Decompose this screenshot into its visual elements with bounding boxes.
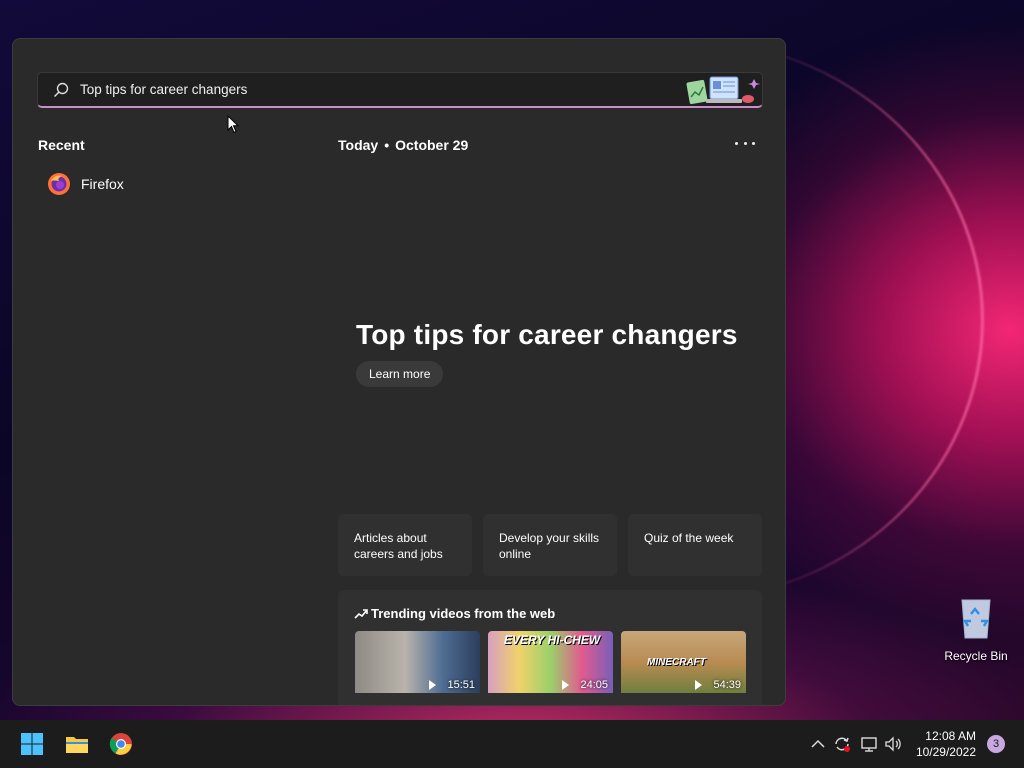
windows-start-icon[interactable] <box>20 732 44 756</box>
recycle-bin[interactable]: Recycle Bin <box>944 596 1008 663</box>
date-label: October 29 <box>395 137 469 153</box>
recent-item-firefox[interactable]: Firefox <box>47 172 124 196</box>
volume-icon[interactable] <box>883 734 903 754</box>
recycle-bin-label: Recycle Bin <box>944 649 1008 663</box>
video-duration: 54:39 <box>695 679 741 691</box>
file-explorer-icon[interactable] <box>65 732 89 756</box>
video-thumbnail[interactable]: EVERY HI-CHEW 24:05 <box>488 631 613 693</box>
network-icon[interactable] <box>859 734 879 754</box>
chevron-up-icon[interactable] <box>808 734 828 754</box>
video-list: 15:51 EVERY HI-CHEW 24:05 MINECRAFT 54:3… <box>355 631 746 693</box>
clock-time: 12:08 AM <box>925 729 976 743</box>
taskbar: 12:08 AM 10/29/2022 3 <box>0 720 1024 768</box>
tile-label: Develop your skills <box>499 531 600 545</box>
more-options-button[interactable] <box>735 135 755 151</box>
recycle-bin-icon <box>961 599 991 639</box>
tile-label: Articles about <box>354 531 427 545</box>
video-thumbnail[interactable]: MINECRAFT 54:39 <box>621 631 746 693</box>
clock-date: 10/29/2022 <box>915 745 976 759</box>
trending-title: Trending videos from the web <box>354 606 555 621</box>
notification-badge[interactable]: 3 <box>987 735 1005 753</box>
search-input[interactable]: Top tips for career changers <box>80 82 247 97</box>
trending-title-text: Trending videos from the web <box>371 606 556 621</box>
recent-heading: Recent <box>38 137 85 153</box>
firefox-icon <box>48 173 70 195</box>
tile-articles-careers[interactable]: Articles about careers and jobs <box>338 514 472 576</box>
video-thumbnail[interactable]: 15:51 <box>355 631 480 693</box>
feed-date-header: Today • October 29 <box>338 137 468 153</box>
video-duration: 24:05 <box>562 679 608 691</box>
trending-arrow-icon <box>354 608 368 619</box>
hero-title: Top tips for career changers <box>356 319 738 350</box>
recent-item-label: Firefox <box>81 176 124 192</box>
tile-label: careers and jobs <box>354 547 443 561</box>
play-icon <box>695 680 703 690</box>
tile-develop-skills[interactable]: Develop your skills online <box>483 514 617 576</box>
video-duration: 15:51 <box>429 679 475 691</box>
search-box[interactable]: Top tips for career changers <box>37 72 763 108</box>
sync-icon[interactable] <box>832 734 852 754</box>
play-icon <box>562 680 570 690</box>
search-icon <box>53 82 69 97</box>
play-icon <box>429 680 437 690</box>
separator-dot: • <box>384 137 390 153</box>
topic-tiles: Articles about careers and jobs Develop … <box>338 514 762 576</box>
chrome-icon[interactable] <box>109 732 133 756</box>
thumbnail-text: MINECRAFT <box>647 657 706 668</box>
tile-label: online <box>499 547 532 561</box>
mouse-cursor-icon <box>227 115 239 134</box>
today-label: Today <box>338 137 379 153</box>
thumbnail-text: EVERY HI-CHEW <box>504 633 601 647</box>
tile-quiz-of-week[interactable]: Quiz of the week <box>628 514 762 576</box>
search-panel: Top tips for career changers Recent Fire… <box>12 38 786 706</box>
learn-more-button[interactable]: Learn more <box>356 361 444 387</box>
career-illustration-icon <box>686 76 760 105</box>
tile-label: Quiz of the week <box>644 531 734 545</box>
taskbar-clock[interactable]: 12:08 AM 10/29/2022 <box>912 728 976 760</box>
trending-videos-card: Trending videos from the web 15:51 EVERY… <box>338 590 762 705</box>
